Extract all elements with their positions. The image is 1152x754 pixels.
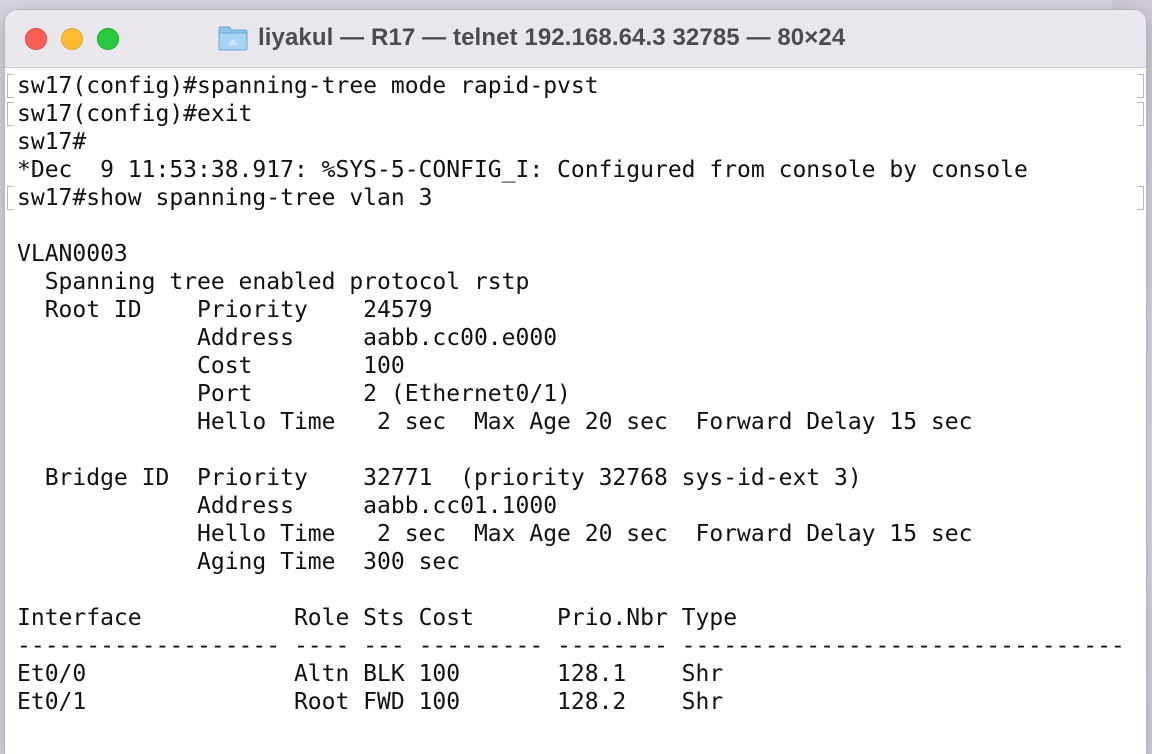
terminal-line: Address aabb.cc01.1000 (17, 493, 558, 519)
line-mark-right (1137, 74, 1144, 98)
minimize-button[interactable] (61, 28, 83, 50)
maximize-button[interactable] (97, 28, 119, 50)
window-title: liyakul — R17 — telnet 192.168.64.3 3278… (218, 23, 845, 53)
title-bar[interactable]: liyakul — R17 — telnet 192.168.64.3 3278… (5, 10, 1146, 68)
line-mark-right (1137, 186, 1144, 210)
terminal-line: Et0/0 Altn BLK 100 128.1 Shr (17, 661, 724, 687)
terminal-line: Address aabb.cc00.e000 (17, 325, 558, 351)
terminal-line: Root ID Priority 24579 (17, 297, 433, 323)
terminal-line: sw17(config)#spanning-tree mode rapid-pv… (17, 73, 599, 99)
terminal-output[interactable]: sw17(config)#spanning-tree mode rapid-pv… (5, 68, 1146, 754)
terminal-line: Hello Time 2 sec Max Age 20 sec Forward … (17, 521, 973, 547)
terminal-line: Interface Role Sts Cost Prio.Nbr Type (17, 605, 738, 631)
line-mark-right (1137, 102, 1144, 126)
terminal-line: Hello Time 2 sec Max Age 20 sec Forward … (17, 409, 973, 435)
terminal-line: ------------------- ---- --- --------- -… (17, 633, 1125, 659)
terminal-window[interactable]: liyakul — R17 — telnet 192.168.64.3 3278… (5, 10, 1146, 754)
line-mark-left (7, 74, 14, 98)
terminal-line: sw17# (17, 129, 87, 155)
terminal-line: Et0/1 Root FWD 100 128.2 Shr (17, 689, 724, 715)
line-mark-left (7, 102, 14, 126)
terminal-line: sw17(config)#exit (17, 101, 253, 127)
close-button[interactable] (25, 28, 47, 50)
terminal-line: Bridge ID Priority 32771 (priority 32768… (17, 465, 862, 491)
terminal-line: Spanning tree enabled protocol rstp (17, 269, 530, 295)
terminal-line: VLAN0003 (17, 241, 128, 267)
terminal-line: Aging Time 300 sec (17, 549, 461, 575)
terminal-line: Port 2 (Ethernet0/1) (17, 381, 571, 407)
terminal-line: sw17#show spanning-tree vlan 3 (17, 185, 433, 211)
terminal-line: Cost 100 (17, 353, 405, 379)
window-title-text: liyakul — R17 — telnet 192.168.64.3 3278… (258, 24, 846, 51)
line-mark-left (7, 186, 14, 210)
terminal-line: *Dec 9 11:53:38.917: %SYS-5-CONFIG_I: Co… (17, 157, 1028, 183)
folder-icon (218, 26, 248, 51)
